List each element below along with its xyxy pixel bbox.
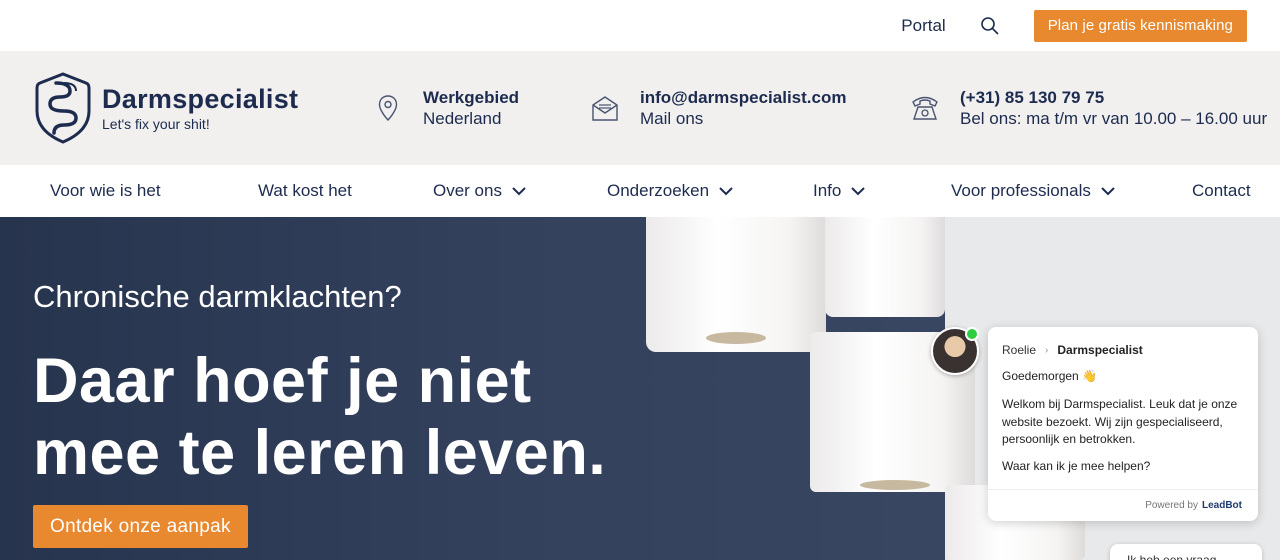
hero-subtitle: Chronische darmklachten? [33, 279, 402, 314]
plan-kennismaking-button[interactable]: Plan je gratis kennismaking [1033, 9, 1247, 42]
nav-item-label: Onderzoeken [607, 181, 710, 200]
hero-title: Daar hoef je niet mee te leren leven. [33, 345, 606, 489]
main-nav: Voor wie is het Wat kost het Over ons On… [0, 165, 1280, 217]
chevron-down-icon [1101, 186, 1115, 195]
powered-by-label: Powered by [1145, 500, 1198, 511]
chevron-right-icon: › [1045, 344, 1049, 356]
chat-company: Darmspecialist [1057, 343, 1143, 357]
hero-title-line1: Daar hoef je niet [33, 346, 532, 416]
top-bar: Portal Plan je gratis kennismaking [0, 0, 1280, 51]
chat-question: Waar kan ik je mee helpen? [1002, 459, 1151, 473]
phone-icon [912, 96, 938, 120]
nav-item-info[interactable]: Info [813, 165, 866, 217]
chat-message: Welkom bij Darmspecialist. Leuk dat je o… [1002, 397, 1238, 446]
roll-core [706, 332, 766, 344]
hero-image-roll [825, 217, 945, 317]
header-band: Darmspecialist Let's fix your shit! Werk… [0, 51, 1280, 165]
nav-item-label: Wat kost het [258, 181, 352, 200]
logo-shield-icon [35, 72, 91, 144]
nav-item-label: Over ons [433, 181, 502, 200]
werkgebied-info: Werkgebied Nederland [373, 88, 519, 130]
phone-number-link[interactable]: (+31) 85 130 79 75 [960, 88, 1267, 108]
chevron-down-icon [512, 186, 526, 195]
chat-footer: Powered by LeadBot [988, 489, 1258, 521]
nav-item-over-ons[interactable]: Over ons [433, 165, 526, 217]
hero-image-roll [646, 217, 826, 352]
nav-item-onderzoeken[interactable]: Onderzoeken [607, 165, 733, 217]
werkgebied-value: Nederland [423, 109, 502, 128]
nav-item-wat-kost-het[interactable]: Wat kost het [258, 165, 352, 217]
nav-item-voor-wie-is-het[interactable]: Voor wie is het [50, 165, 161, 217]
chevron-down-icon [719, 186, 733, 195]
location-pin-icon [378, 95, 398, 122]
envelope-icon [592, 96, 618, 121]
chat-agent-name: Roelie [1002, 343, 1037, 357]
werkgebied-title: Werkgebied [423, 88, 520, 107]
online-status-dot [965, 327, 979, 341]
nav-item-label: Contact [1192, 181, 1251, 200]
email-address-link[interactable]: info@darmspecialist.com [640, 88, 846, 108]
phone-hours: Bel ons: ma t/m vr van 10.00 – 16.00 uur [960, 109, 1268, 128]
chat-greeting: Goedemorgen 👋 [1002, 369, 1097, 383]
logo-name: Darmspecialist [102, 83, 299, 114]
logo-tagline: Let's fix your shit! [102, 115, 210, 132]
nav-item-contact[interactable]: Contact [1192, 165, 1251, 217]
nav-item-label: Voor wie is het [50, 181, 161, 200]
chat-quick-reply[interactable]: Ik heb een vraag [1110, 544, 1262, 560]
nav-item-label: Info [813, 181, 842, 200]
logo[interactable]: Darmspecialist Let's fix your shit! [34, 71, 298, 145]
roll-core [860, 480, 930, 490]
mail-ons-label: Mail ons [640, 109, 704, 128]
nav-item-label: Voor professionals [951, 181, 1091, 200]
hero-title-line2: mee te leren leven. [33, 418, 607, 488]
search-icon[interactable] [980, 16, 1000, 36]
ontdek-aanpak-button[interactable]: Ontdek onze aanpak [33, 505, 248, 548]
chat-header: Roelie › Darmspecialist [1002, 343, 1143, 357]
chat-widget[interactable]: Roelie › Darmspecialist Goedemorgen 👋 We… [988, 327, 1258, 521]
mail-info[interactable]: info@darmspecialist.com Mail ons [590, 88, 846, 130]
phone-info[interactable]: (+31) 85 130 79 75 Bel ons: ma t/m vr va… [910, 88, 1267, 130]
portal-link[interactable]: Portal [901, 16, 945, 36]
chevron-down-icon [851, 186, 866, 195]
leadbot-logo: LeadBot [1202, 500, 1242, 511]
nav-item-voor-professionals[interactable]: Voor professionals [951, 165, 1115, 217]
